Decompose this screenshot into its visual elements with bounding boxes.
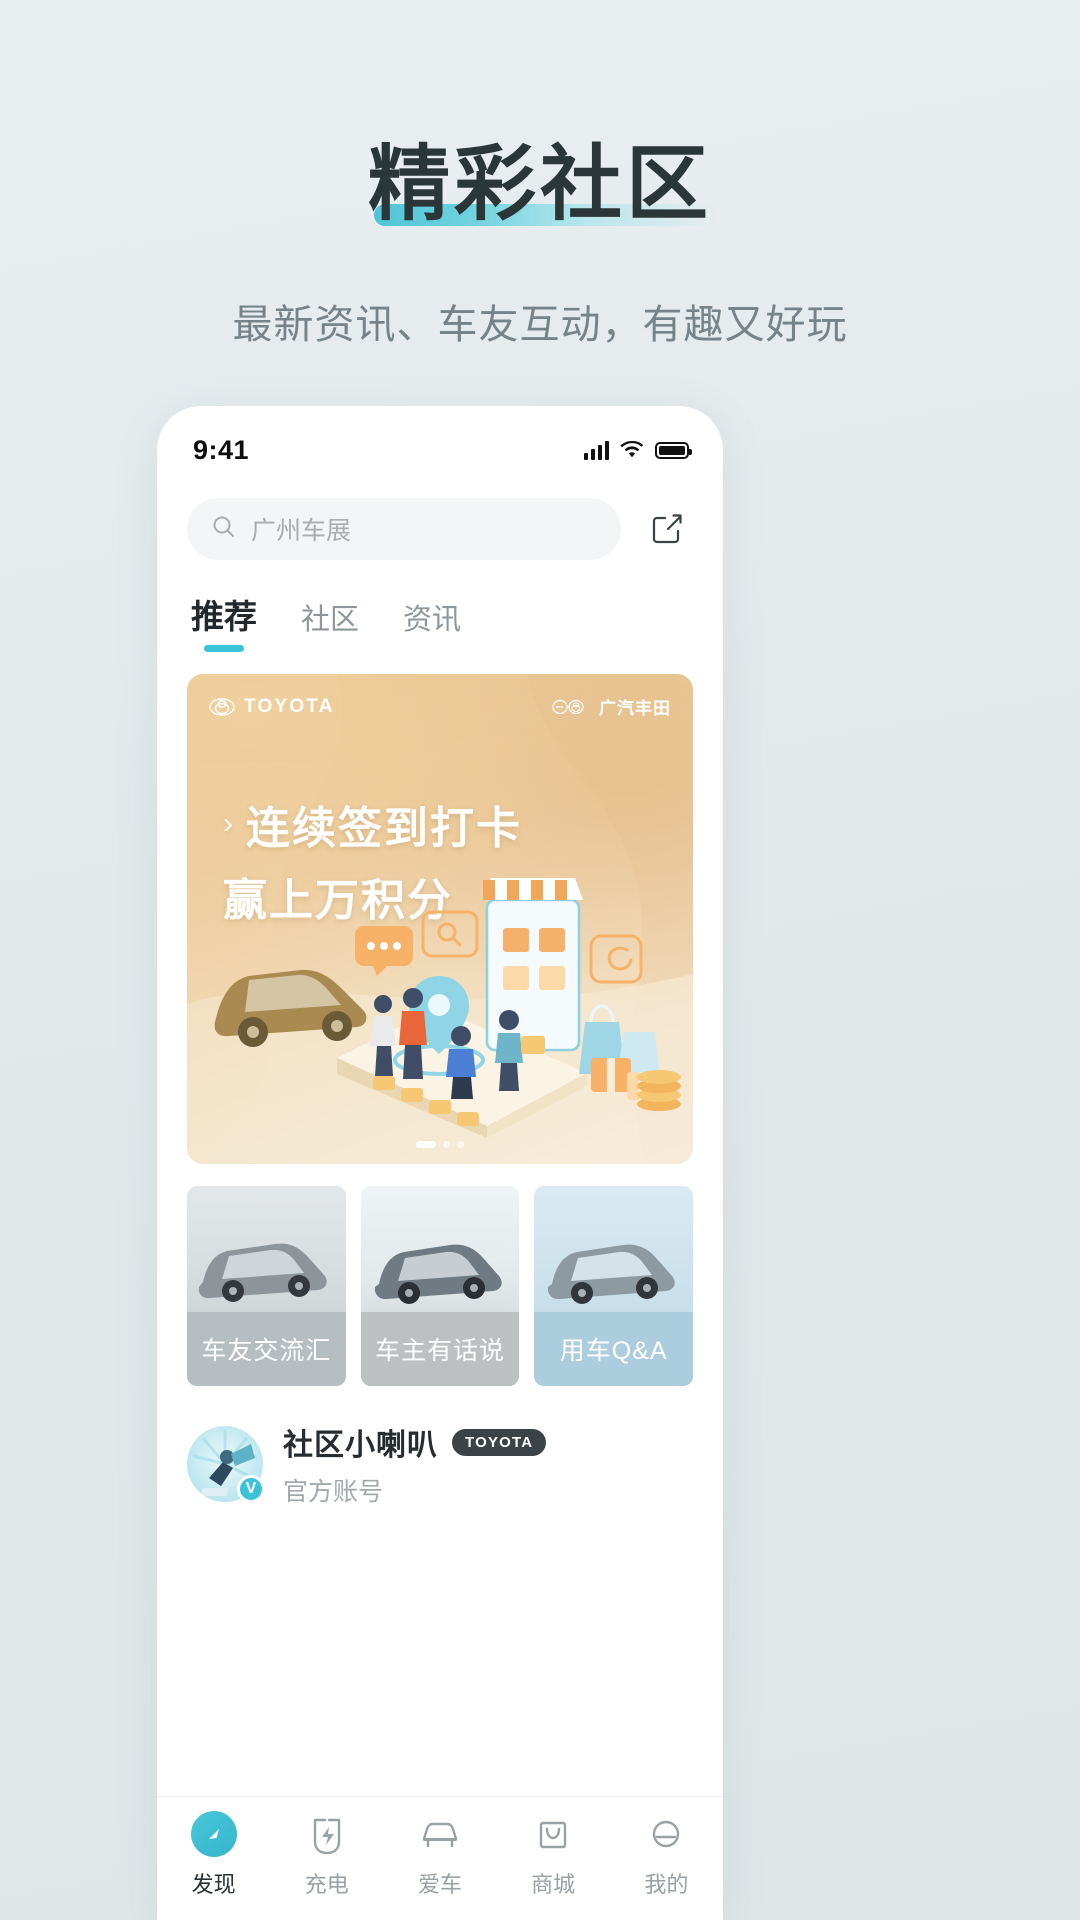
category-cards: 车友交流汇 车主有话说 用车Q&A <box>187 1186 694 1386</box>
verified-badge-icon: V <box>237 1475 265 1503</box>
carousel-dot-2[interactable] <box>443 1141 450 1148</box>
car-photo-icon <box>374 1244 502 1304</box>
nav-item-my-car[interactable]: 爱车 <box>390 1811 490 1899</box>
account-info: 社区小喇叭 TOYOTA 官方账号 <box>283 1420 547 1508</box>
card-label: 用车Q&A <box>559 1337 668 1365</box>
nav-label: 发现 <box>191 1872 236 1897</box>
search-row: 广州车展 <box>157 484 723 560</box>
tab-community[interactable]: 社区 <box>301 596 359 652</box>
page-title: 精彩社区 <box>367 139 712 230</box>
banner-illustration <box>214 878 681 1138</box>
page-subtitle: 最新资讯、车友互动，有趣又好玩 <box>232 303 848 348</box>
nav-label: 爱车 <box>417 1872 462 1897</box>
car-icon <box>418 1811 462 1857</box>
tab-news[interactable]: 资讯 <box>403 596 461 652</box>
nav-item-profile[interactable]: 我的 <box>616 1811 716 1899</box>
nav-label: 商城 <box>531 1872 576 1897</box>
banner-brand-text: TOYOTA <box>244 695 335 717</box>
car-photo-icon <box>548 1244 676 1304</box>
promo-banner[interactable]: TOYOTA 广汽丰田 › 连续签到打卡 赢上万积分 <box>187 674 693 1164</box>
compose-edit-icon[interactable] <box>641 503 693 555</box>
car-photo-icon <box>198 1243 327 1302</box>
tab-recommend[interactable]: 推荐 <box>191 590 257 652</box>
charging-bolt-icon <box>307 1811 347 1857</box>
signal-bars-icon <box>583 440 609 460</box>
profile-icon <box>646 1811 686 1857</box>
account-brand-tag: TOYOTA <box>452 1428 547 1456</box>
tab-label: 推荐 <box>191 598 257 635</box>
account-row[interactable]: V 社区小喇叭 TOYOTA 官方账号 <box>187 1420 693 1508</box>
card-label-strip: 车主有话说 <box>360 1312 520 1386</box>
promo-header: 精彩社区 最新资讯、车友互动，有趣又好玩 <box>0 0 1080 350</box>
search-icon <box>211 514 237 545</box>
tab-label: 资讯 <box>403 604 462 636</box>
bottom-navigation-bar: 发现 充电 爱车 商城 我的 <box>157 1796 723 1920</box>
tab-label: 社区 <box>301 604 360 636</box>
nav-item-charging[interactable]: 充电 <box>277 1811 377 1899</box>
search-input[interactable]: 广州车展 <box>187 498 621 560</box>
account-subtitle: 官方账号 <box>283 1478 384 1506</box>
compass-discover-icon <box>190 1811 237 1857</box>
card-label: 车友交流汇 <box>201 1337 332 1365</box>
battery-full-icon <box>655 441 692 459</box>
phone-mockup: 9:41 广州车展 推荐 社区 资讯 TOYOTA 广汽丰田 › 连续签到打卡 … <box>157 406 723 1920</box>
banner-carousel-dots[interactable] <box>416 1141 464 1148</box>
nav-item-shop[interactable]: 商城 <box>503 1811 603 1899</box>
toyota-logo-icon: TOYOTA <box>209 696 335 718</box>
avatar[interactable]: V <box>187 1426 265 1503</box>
card-che-you-jiao-liu-hui[interactable]: 车友交流汇 <box>187 1186 346 1386</box>
search-placeholder-text: 广州车展 <box>251 517 352 545</box>
content-tabs: 推荐 社区 资讯 <box>157 560 723 652</box>
card-che-zhu-you-hua-shuo[interactable]: 车主有话说 <box>360 1186 520 1386</box>
carousel-dot-1[interactable] <box>416 1141 436 1148</box>
account-name: 社区小喇叭 <box>283 1429 438 1462</box>
page-title-wrapper: 精彩社区 <box>367 139 716 230</box>
card-label: 车主有话说 <box>375 1337 506 1365</box>
status-bar: 9:41 <box>157 406 723 484</box>
card-label-strip: 用车Q&A <box>534 1312 694 1386</box>
shopping-bag-icon <box>533 1811 573 1857</box>
carousel-dot-3[interactable] <box>457 1141 464 1148</box>
nav-label: 我的 <box>644 1872 689 1897</box>
status-time: 9:41 <box>193 434 250 465</box>
banner-brand-row: TOYOTA 广汽丰田 <box>209 694 671 719</box>
nav-item-discover[interactable]: 发现 <box>164 1811 264 1899</box>
card-label-strip: 车友交流汇 <box>187 1312 346 1386</box>
status-icons <box>583 440 692 460</box>
banner-cobrand-text: 广汽丰田 <box>599 699 671 718</box>
card-yong-che-qa[interactable]: 用车Q&A <box>534 1186 694 1386</box>
wifi-icon <box>620 441 644 459</box>
nav-label: 充电 <box>304 1872 349 1897</box>
gac-toyota-logo-icon: 广汽丰田 <box>552 694 671 719</box>
